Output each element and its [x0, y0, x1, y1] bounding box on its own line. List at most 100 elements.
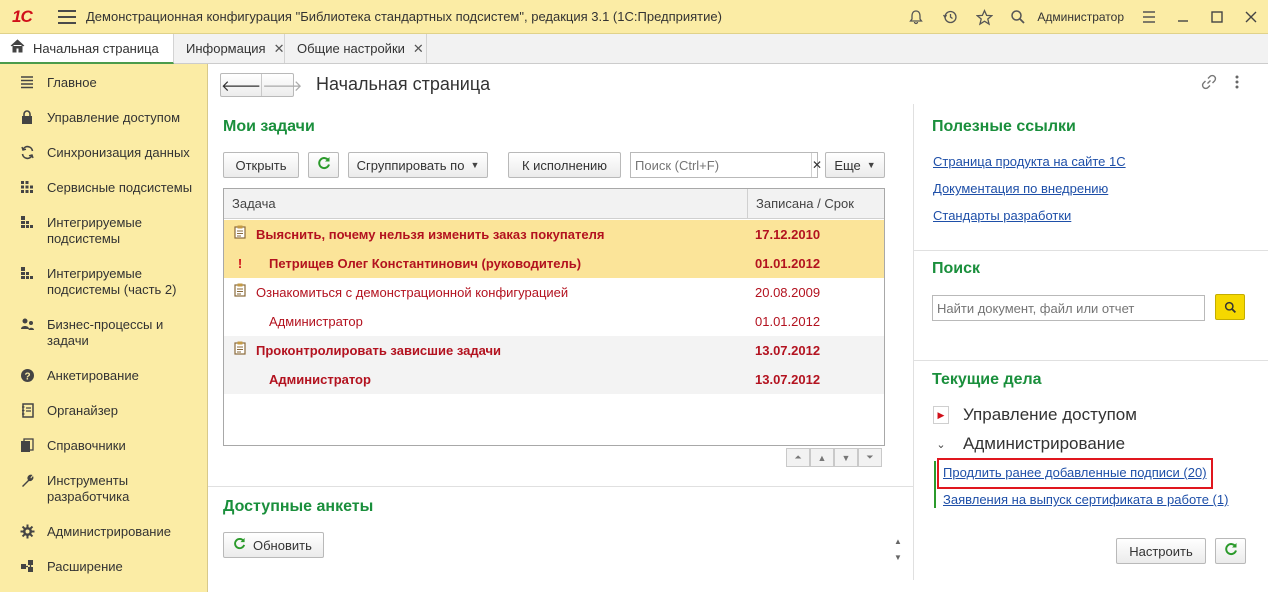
expand-arrow-icon[interactable]: ▶ [933, 406, 949, 424]
refresh-icon [317, 156, 331, 174]
bell-icon[interactable] [899, 0, 933, 34]
home-icon [10, 39, 25, 57]
link-documentation[interactable]: Документация по внедрению [933, 181, 1108, 196]
column-header-task[interactable]: Задача [224, 189, 747, 219]
scroll-down-icon[interactable]: ▼ [894, 553, 902, 562]
group-indicator-bar [934, 461, 936, 508]
sidebar-item-organizer[interactable]: Органайзер [0, 403, 207, 421]
scroll-down-icon[interactable]: ▼ [834, 448, 858, 467]
more-vertical-icon[interactable] [1234, 74, 1240, 95]
current-tasks-title: Текущие дела [932, 371, 1042, 388]
table-row[interactable]: Ознакомиться с демонстрационной конфигур… [224, 278, 884, 307]
task-search-input[interactable] [631, 154, 811, 176]
page-title: Начальная страница [316, 74, 491, 94]
link-certificate-applications[interactable]: Заявления на выпуск сертификата в работе… [943, 492, 1228, 507]
scroll-up-icon[interactable]: ▲ [810, 448, 834, 467]
table-row[interactable]: Администратор 13.07.2012 [224, 365, 884, 394]
minimize-icon[interactable] [1166, 0, 1200, 34]
column-divider [913, 104, 914, 580]
question-icon: ? [18, 368, 36, 386]
blocks-icon [18, 266, 36, 283]
search-title: Поиск [932, 260, 981, 277]
sidebar-item-business-processes[interactable]: Бизнес-процессы и задачи [0, 317, 207, 349]
section-divider [914, 360, 1268, 361]
table-row[interactable]: Проконтролировать зависшие задачи 13.07.… [224, 336, 884, 365]
collapse-chevron-icon[interactable]: ⌄ [933, 438, 949, 451]
link-icon[interactable] [1201, 74, 1217, 95]
sidebar-item-integrated-2[interactable]: Интегрируемые подсистемы (часть 2) [0, 266, 207, 298]
main-workspace: 🡐 🡒 Начальная страница Мои задачи Открыт… [208, 64, 1268, 592]
table-row[interactable]: ! Петрищев Олег Константинович (руководи… [224, 249, 884, 278]
table-header: Задача Записана / Срок [224, 189, 884, 219]
books-icon [18, 438, 36, 456]
history-icon[interactable] [933, 0, 967, 34]
open-task-button[interactable]: Открыть [223, 152, 299, 178]
sidebar-item-service[interactable]: Сервисные подсистемы [0, 180, 207, 197]
task-icon [232, 220, 248, 249]
scroll-up-icon[interactable]: ▲ [894, 537, 902, 546]
sidebar-item-catalogs[interactable]: Справочники [0, 438, 207, 456]
global-search-input[interactable] [933, 297, 1204, 319]
my-tasks-title: Мои задачи [223, 118, 315, 135]
search-button[interactable] [1215, 294, 1245, 320]
main-menu-icon[interactable] [58, 9, 76, 24]
refresh-current-tasks-button[interactable] [1215, 538, 1246, 564]
scroll-last-icon[interactable]: ⏷ [858, 448, 882, 467]
sidebar-item-extension[interactable]: Расширение [0, 559, 207, 577]
current-user[interactable]: Администратор [1035, 10, 1132, 24]
group-by-button[interactable]: Сгруппировать по ▼ [348, 152, 488, 178]
star-icon[interactable] [967, 0, 1001, 34]
sidebar-item-sync[interactable]: Синхронизация данных [0, 145, 207, 163]
link-extend-signatures[interactable]: Продлить ранее добавленные подписи (20) [943, 465, 1207, 480]
close-tab-icon[interactable]: ✕ [274, 41, 285, 57]
tab-label: Информация [186, 41, 266, 56]
refresh-icon [233, 537, 246, 554]
tab-general-settings[interactable]: Общие настройки ✕ [285, 34, 427, 63]
sidebar-item-access[interactable]: Управление доступом [0, 110, 207, 128]
tree-group-access[interactable]: ▶ Управление доступом [933, 405, 1137, 425]
menu-icon [18, 75, 36, 92]
global-search-field [932, 295, 1205, 321]
table-scroll-buttons: ⏶ ▲ ▼ ⏷ [786, 448, 882, 467]
clear-search-icon[interactable]: ✕ [811, 153, 822, 177]
sync-icon [18, 145, 36, 163]
refresh-tasks-button[interactable] [308, 152, 339, 178]
dropdown-arrow-icon: ▼ [866, 160, 876, 170]
forward-arrow-icon[interactable]: 🡒 [261, 74, 302, 96]
link-dev-standards[interactable]: Стандарты разработки [933, 208, 1071, 223]
tab-home[interactable]: Начальная страница [0, 34, 174, 64]
sidebar-item-main[interactable]: Главное [0, 75, 207, 92]
task-search-field: ✕ [630, 152, 822, 178]
sidebar-item-surveys[interactable]: ? Анкетирование [0, 368, 207, 386]
lock-icon [18, 110, 36, 128]
close-window-icon[interactable] [1234, 0, 1268, 34]
gear-icon [18, 524, 36, 542]
table-row[interactable]: Выяснить, почему нельзя изменить заказ п… [224, 220, 884, 249]
sidebar-item-integrated[interactable]: Интегрируемые подсистемы [0, 215, 207, 247]
tab-information[interactable]: Информация ✕ [174, 34, 285, 63]
link-product-page[interactable]: Страница продукта на сайте 1С [933, 154, 1126, 169]
refresh-surveys-button[interactable]: Обновить [223, 532, 324, 558]
app-logo: 1С [12, 6, 33, 26]
more-actions-button[interactable]: Еще ▼ [825, 152, 885, 178]
column-header-date[interactable]: Записана / Срок [747, 189, 884, 219]
sidebar-item-administration[interactable]: Администрирование [0, 524, 207, 542]
back-arrow-icon[interactable]: 🡐 [221, 74, 261, 96]
sections-panel: Главное Управление доступом Синхронизаци… [0, 64, 208, 592]
maximize-icon[interactable] [1200, 0, 1234, 34]
sidebar-item-dev-tools[interactable]: Инструменты разработчика [0, 473, 207, 505]
wrench-icon [18, 473, 36, 491]
table-row[interactable]: Администратор 01.01.2012 [224, 307, 884, 336]
tree-group-administration[interactable]: ⌄ Администрирование [933, 434, 1125, 454]
to-execution-button[interactable]: К исполнению [508, 152, 621, 178]
configure-button[interactable]: Настроить [1116, 538, 1206, 564]
settings-menu-icon[interactable] [1132, 0, 1166, 34]
notebook-icon [18, 403, 36, 421]
search-icon[interactable] [1001, 0, 1035, 34]
tab-label: Общие настройки [297, 41, 405, 56]
grid-icon [18, 180, 36, 197]
open-tabs-bar: Начальная страница Информация ✕ Общие на… [0, 34, 1268, 64]
close-tab-icon[interactable]: ✕ [413, 41, 424, 57]
useful-links-title: Полезные ссылки [932, 118, 1076, 135]
scroll-first-icon[interactable]: ⏶ [786, 448, 810, 467]
